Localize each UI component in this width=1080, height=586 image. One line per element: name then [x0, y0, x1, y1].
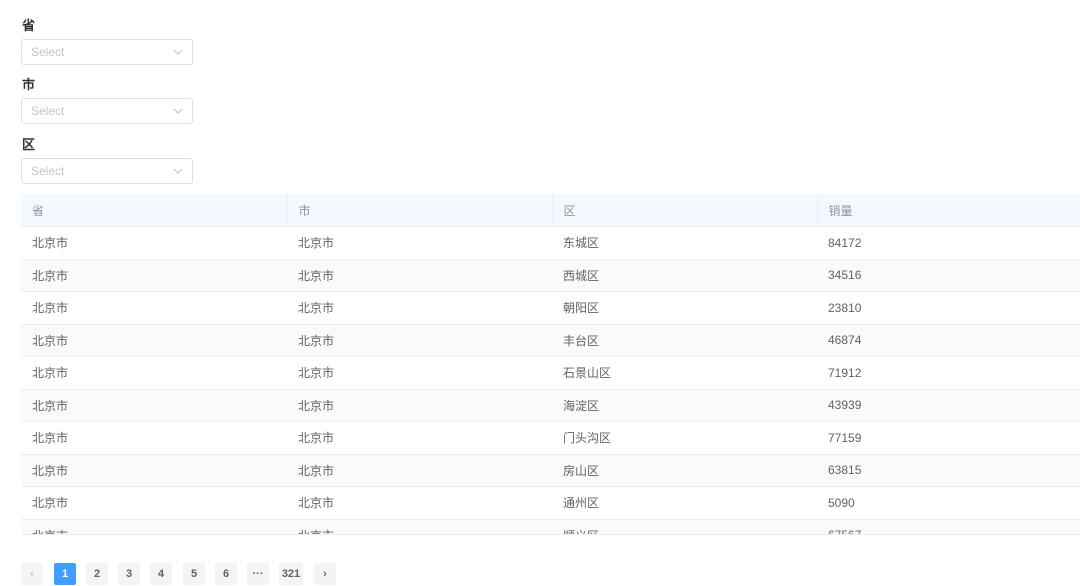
chevron-down-icon — [173, 49, 183, 55]
cell-district: 房山区 — [552, 454, 817, 487]
column-header-sales[interactable]: 销量 — [817, 194, 1080, 227]
cell-city: 北京市 — [287, 291, 552, 325]
table-row[interactable]: 北京市 北京市 石景山区 71912 — [21, 356, 1080, 390]
district-select-placeholder: Select — [31, 164, 65, 178]
page-button-1[interactable]: 1 — [54, 563, 76, 585]
page-button-3[interactable]: 3 — [118, 563, 140, 585]
table-row[interactable]: 北京市 北京市 西城区 34516 — [21, 259, 1080, 292]
cell-district: 朝阳区 — [552, 291, 817, 325]
table-header-row: 省 市 区 销量 — [21, 194, 1080, 227]
cell-province: 北京市 — [21, 291, 287, 325]
page-button-last[interactable]: 321 — [279, 563, 303, 585]
cell-sales: 67567 — [817, 519, 1080, 534]
province-select[interactable]: Select — [21, 39, 193, 65]
table-row[interactable]: 北京市 北京市 通州区 5090 — [21, 486, 1080, 520]
cell-city: 北京市 — [287, 486, 552, 520]
page-button-2[interactable]: 2 — [86, 563, 108, 585]
cell-sales: 34516 — [817, 259, 1080, 292]
city-select-placeholder: Select — [31, 104, 65, 118]
page-button-5[interactable]: 5 — [183, 563, 205, 585]
cell-province: 北京市 — [21, 519, 287, 534]
cell-sales: 46874 — [817, 324, 1080, 357]
province-label: 省 — [22, 19, 36, 34]
more-pages-button[interactable]: ··· — [247, 563, 269, 585]
cell-province: 北京市 — [21, 421, 287, 455]
cell-province: 北京市 — [21, 486, 287, 520]
cell-province: 北京市 — [21, 324, 287, 357]
cell-province: 北京市 — [21, 389, 287, 422]
cell-district: 门头沟区 — [552, 421, 817, 455]
cell-sales: 5090 — [817, 486, 1080, 520]
cell-district: 海淀区 — [552, 389, 817, 422]
column-header-district[interactable]: 区 — [552, 194, 818, 227]
cell-sales: 71912 — [817, 356, 1080, 390]
cell-city: 北京市 — [287, 421, 552, 455]
table-row[interactable]: 北京市 北京市 房山区 63815 — [21, 454, 1080, 487]
sales-table-grid: 省 市 区 销量 北京市 北京市 东城区 84172 北京市 北京市 西城区 3… — [21, 194, 1080, 534]
cell-province: 北京市 — [21, 226, 287, 260]
cell-sales: 43939 — [817, 389, 1080, 422]
cell-province: 北京市 — [21, 356, 287, 390]
city-select[interactable]: Select — [21, 98, 193, 124]
city-label: 市 — [22, 78, 36, 93]
table-row[interactable]: 北京市 北京市 东城区 84172 — [21, 226, 1080, 260]
chevron-down-icon — [173, 168, 183, 174]
cell-city: 北京市 — [287, 259, 552, 292]
column-header-city[interactable]: 市 — [287, 194, 553, 227]
district-select[interactable]: Select — [21, 158, 193, 184]
cell-district: 西城区 — [552, 259, 817, 292]
table-row[interactable]: 北京市 北京市 门头沟区 77159 — [21, 421, 1080, 455]
cell-city: 北京市 — [287, 356, 552, 390]
cell-district: 东城区 — [552, 226, 817, 260]
cell-city: 北京市 — [287, 226, 552, 260]
cell-district: 通州区 — [552, 486, 817, 520]
province-select-placeholder: Select — [31, 45, 65, 59]
table-row[interactable]: 北京市 北京市 顺义区 67567 — [21, 519, 1080, 534]
column-header-province[interactable]: 省 — [21, 194, 288, 227]
cell-district: 石景山区 — [552, 356, 817, 390]
cell-district: 顺义区 — [552, 519, 817, 534]
table-row[interactable]: 北京市 北京市 丰台区 46874 — [21, 324, 1080, 357]
cell-sales: 23810 — [817, 291, 1080, 325]
cell-province: 北京市 — [21, 454, 287, 487]
cell-city: 北京市 — [287, 454, 552, 487]
cell-province: 北京市 — [21, 259, 287, 292]
cell-city: 北京市 — [287, 389, 552, 422]
chevron-down-icon — [173, 108, 183, 114]
cell-sales: 77159 — [817, 421, 1080, 455]
next-page-button[interactable]: › — [314, 563, 336, 585]
table-row[interactable]: 北京市 北京市 朝阳区 23810 — [21, 291, 1080, 325]
sales-table: 省 市 区 销量 北京市 北京市 东城区 84172 北京市 北京市 西城区 3… — [21, 194, 1080, 535]
table-row[interactable]: 北京市 北京市 海淀区 43939 — [21, 389, 1080, 422]
cell-sales: 63815 — [817, 454, 1080, 487]
page-button-6[interactable]: 6 — [215, 563, 237, 585]
cell-district: 丰台区 — [552, 324, 817, 357]
cell-city: 北京市 — [287, 519, 552, 534]
cell-city: 北京市 — [287, 324, 552, 357]
district-label: 区 — [22, 138, 36, 153]
page-button-4[interactable]: 4 — [150, 563, 172, 585]
prev-page-button[interactable]: ‹ — [21, 563, 43, 585]
cell-sales: 84172 — [817, 226, 1080, 260]
